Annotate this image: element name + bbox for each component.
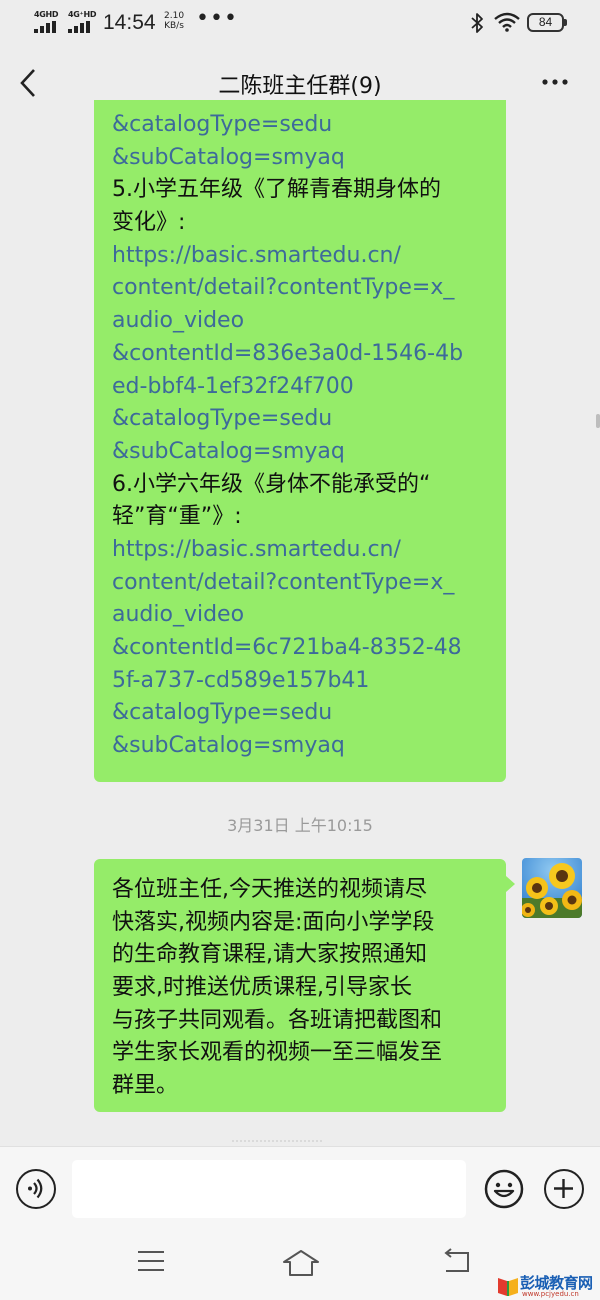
bluetooth-icon [471,13,483,33]
chat-title: 二陈班主任群(9) [218,74,382,99]
network-label-1: 4GHD [34,10,59,19]
scroll-indicator[interactable] [596,414,600,428]
message-link-line[interactable]: content/detail?contentType=x_ [112,272,494,305]
message-link-line[interactable]: content/detail?contentType=x_ [112,567,494,600]
book-logo-icon [498,1278,518,1296]
message-line: 轻”育“重”》: [112,504,242,530]
message-timestamp: 3月31日 上午10:15 [227,816,373,835]
message-link-line[interactable]: &subCatalog=smyaq [112,142,494,175]
signal-bars-icon [34,21,60,33]
message-link-line[interactable]: &subCatalog=smyaq [112,436,494,469]
watermark: 彭城教育网 www.pcjyedu.cn [494,1271,600,1300]
battery-icon: 84 [527,13,564,32]
network-label-2: 4G⁺HD [68,10,97,19]
status-bar: 4GHD 4G⁺HD 14:54 2.10 KB/s ••• 84 [0,0,600,50]
voice-icon [28,1178,43,1199]
speed-value: 2.10 [164,11,185,21]
message-link-line[interactable]: audio_video [112,305,494,338]
message-line: 与孩子共同观看。各班请把截图和 [112,1007,443,1033]
home-icon[interactable] [281,1248,321,1278]
avatar[interactable] [522,858,582,918]
message-bubble[interactable]: &catalogType=sedu &subCatalog=smyaq 5.小学五年… [94,100,506,782]
battery-tip [564,19,567,26]
message-link-line[interactable]: ed-bbf4-1ef32f24f700 [112,371,494,404]
bubble-tail [506,876,515,892]
input-bar [0,1146,600,1224]
message-line: 快落实,视频内容是:面向小学学段 [112,909,435,935]
menu-icon[interactable] [136,1248,166,1274]
message-link-line[interactable]: &contentId=836e3a0d-1546-4b [112,338,494,371]
message-link-line[interactable]: &contentId=6c721ba4-8352-48 [112,632,494,665]
voice-button[interactable] [16,1169,56,1209]
message-link-line[interactable]: &catalogType=sedu [112,697,494,730]
chevron-left-icon [20,69,35,97]
status-more-dots: ••• [196,6,238,31]
wifi-icon [494,12,520,32]
message-bubble[interactable]: 各位班主任,今天推送的视频请尽 快落实,视频内容是:面向小学学段 的生命教育课程,请… [94,859,506,1112]
more-horizontal-icon[interactable] [535,66,575,98]
speed-unit: KB/s [164,21,184,31]
clock: 14:54 [103,11,156,34]
next-message-peek [232,1140,322,1144]
message-line: 的生命教育课程,请大家按照通知 [112,942,427,968]
message-line: 6.小学六年级《身体不能承受的“ [112,471,431,497]
plus-icon [554,1179,573,1198]
message-line: 要求,时推送优质课程,引导家长 [112,975,412,1001]
message-input[interactable] [72,1160,466,1218]
message-link-line[interactable]: audio_video [112,599,494,632]
watermark-url: www.pcjyedu.cn [522,1290,579,1298]
message-link-line[interactable]: &catalogType=sedu [112,403,494,436]
emoji-icon[interactable] [484,1169,524,1209]
message-line: 5.小学五年级《了解青春期身体的 [112,177,441,203]
message-link-line[interactable]: 5f-a737-cd589e157b41 [112,665,494,698]
back-button[interactable] [14,64,46,102]
message-line: 各位班主任,今天推送的视频请尽 [112,877,427,902]
message-line: 群里。 [112,1073,179,1099]
message-text: 各位班主任,今天推送的视频请尽 快落实,视频内容是:面向小学学段 的生命教育课程,请… [112,874,494,1103]
battery-level: 84 [538,15,553,29]
message-link-line[interactable]: &subCatalog=smyaq [112,730,494,763]
message-link-line[interactable]: https://basic.smartedu.cn/ [112,240,494,273]
network-speed: 2.10 KB/s [164,11,184,31]
message-link-line[interactable]: https://basic.smartedu.cn/ [112,534,494,567]
plus-button[interactable] [544,1169,584,1209]
message-link-line[interactable]: &catalogType=sedu [112,109,494,142]
back-icon[interactable] [442,1248,472,1274]
message-line: 学生家长观看的视频一至三幅发至 [112,1040,443,1066]
message-text: &catalogType=sedu &subCatalog=smyaq 5.小学五年… [112,109,494,763]
message-line: 变化》: [112,210,186,236]
signal-bars-icon [68,21,94,33]
